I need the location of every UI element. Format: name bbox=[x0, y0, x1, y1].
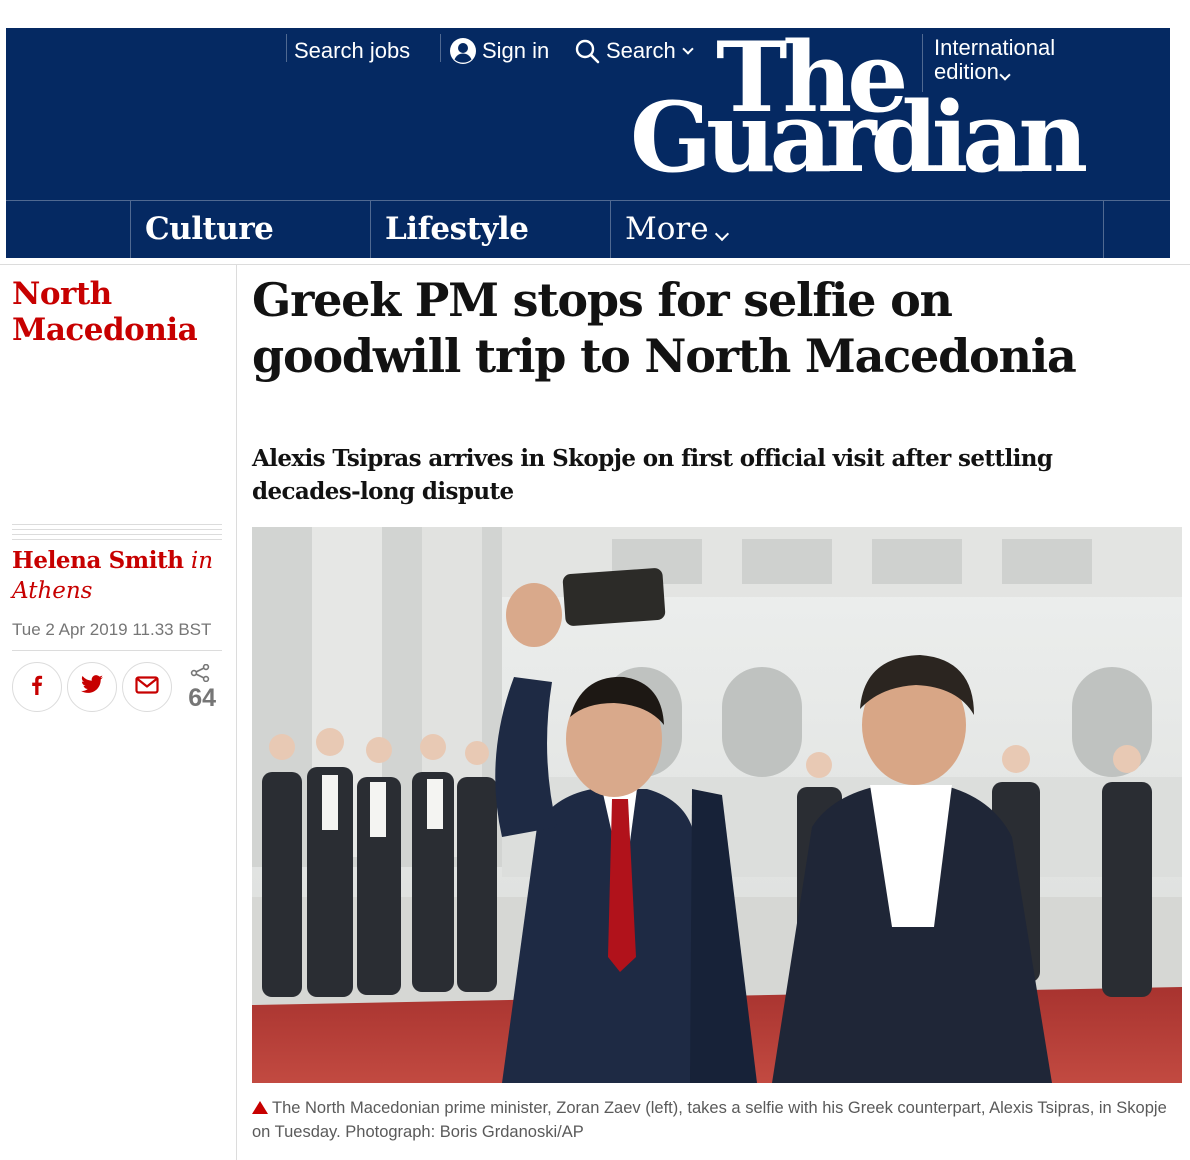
share-email-button[interactable] bbox=[122, 662, 172, 712]
share-count-number: 64 bbox=[188, 684, 216, 712]
triangle-up-icon bbox=[252, 1101, 268, 1114]
masthead: Search jobs Sign in Search The Guardian … bbox=[6, 28, 1170, 258]
divider bbox=[1103, 201, 1104, 258]
sign-in-link[interactable]: Sign in bbox=[450, 36, 549, 66]
edition-selector[interactable]: International edition bbox=[934, 36, 1055, 84]
section-label[interactable]: North Macedonia bbox=[12, 276, 222, 348]
nav-more[interactable]: More bbox=[610, 201, 729, 258]
publication-date: Tue 2 Apr 2019 11.33 BST bbox=[12, 620, 212, 639]
byline: Helena Smith in Athens bbox=[12, 546, 227, 606]
logo-line-guardian: Guardian bbox=[630, 81, 1088, 194]
search-jobs-link[interactable]: Search jobs bbox=[294, 36, 410, 66]
divider bbox=[922, 34, 923, 92]
meta-divider bbox=[12, 524, 222, 542]
twitter-icon bbox=[80, 674, 104, 700]
article-headline: Greek PM stops for selfie on goodwill tr… bbox=[252, 273, 1077, 383]
caption-text: The North Macedonian prime minister, Zor… bbox=[252, 1099, 1167, 1141]
byline-in: in bbox=[190, 548, 214, 574]
sign-in-label: Sign in bbox=[482, 38, 550, 63]
magnifier-icon bbox=[574, 38, 600, 64]
photo-illustration bbox=[252, 527, 1182, 1083]
share-count[interactable]: 64 bbox=[176, 662, 216, 712]
email-icon bbox=[135, 675, 159, 699]
divider bbox=[0, 264, 1190, 265]
chevron-down-icon bbox=[999, 69, 1011, 81]
article-standfirst: Alexis Tsipras arrives in Skopje on firs… bbox=[252, 445, 1053, 505]
facebook-icon bbox=[27, 674, 47, 701]
main-photo[interactable] bbox=[252, 527, 1182, 1083]
author-link[interactable]: Helena Smith bbox=[12, 547, 184, 574]
photo-caption: The North Macedonian prime minister, Zor… bbox=[252, 1096, 1182, 1144]
divider bbox=[440, 34, 441, 62]
byline-location: Athens bbox=[12, 578, 93, 604]
nav-lifestyle[interactable]: Lifestyle bbox=[370, 201, 529, 258]
nav-culture[interactable]: Culture bbox=[130, 201, 274, 258]
user-circle-icon bbox=[450, 38, 476, 64]
edition-label-line1: International bbox=[934, 35, 1056, 60]
pillar-nav: Culture Lifestyle More bbox=[6, 200, 1170, 258]
chevron-down-icon bbox=[714, 226, 729, 242]
divider bbox=[12, 650, 222, 651]
column-divider bbox=[236, 264, 237, 1160]
share-facebook-button[interactable] bbox=[12, 662, 62, 712]
share-twitter-button[interactable] bbox=[67, 662, 117, 712]
divider bbox=[286, 34, 287, 62]
search-jobs-label: Search jobs bbox=[294, 38, 411, 63]
edition-label-line2: edition bbox=[934, 60, 1055, 84]
